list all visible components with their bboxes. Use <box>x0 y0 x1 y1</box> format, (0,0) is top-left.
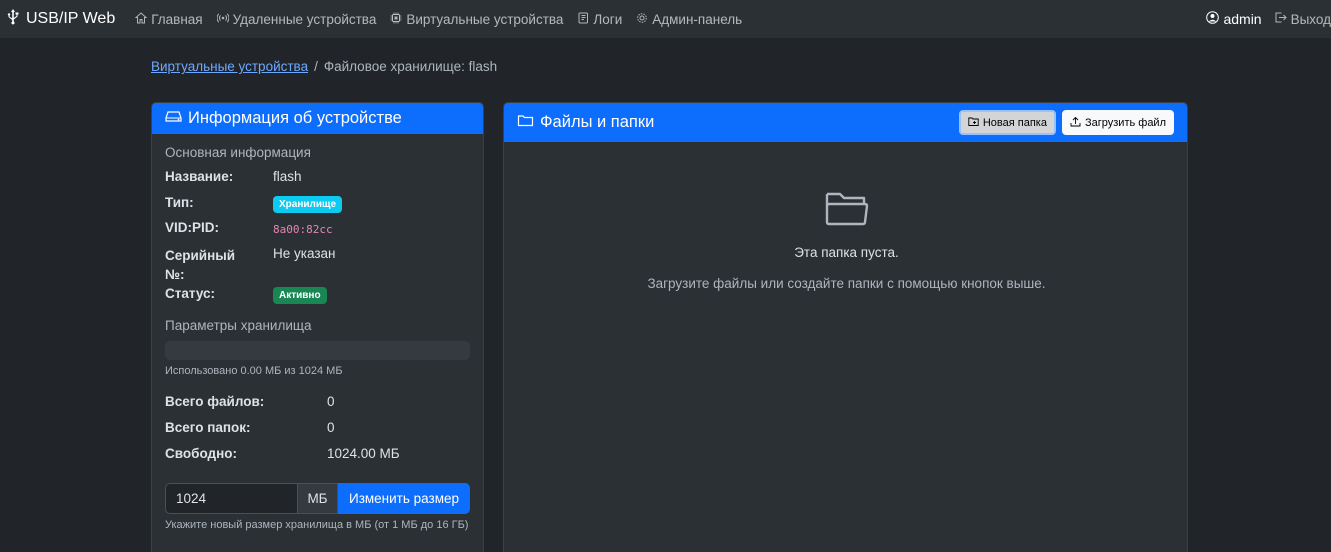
new-folder-button[interactable]: Новая папка <box>958 110 1056 135</box>
user-name: admin <box>1223 11 1262 27</box>
logout-icon <box>1274 11 1287 27</box>
upload-file-label: Загрузить файл <box>1084 116 1166 129</box>
status-badge: Активно <box>273 287 327 304</box>
empty-title: Эта папка пуста. <box>794 245 899 260</box>
nav-remote-devices-label: Удаленные устройства <box>232 11 377 27</box>
hdd-icon <box>165 109 182 129</box>
vidpid-value: 8a00:82cc <box>273 223 333 236</box>
new-folder-label: Новая папка <box>982 116 1047 129</box>
folder-plus-icon <box>968 116 979 130</box>
breadcrumb-separator: / <box>314 59 318 74</box>
type-badge: Хранилище <box>273 196 343 213</box>
nav-remote-devices[interactable]: Удаленные устройства <box>216 11 377 27</box>
size-input[interactable]: 1024 <box>165 483 298 514</box>
total-files-value: 0 <box>327 394 335 409</box>
total-folders-label: Всего папок: <box>165 420 251 435</box>
device-info-header: Информация об устройстве <box>152 103 483 134</box>
usb-icon <box>6 8 20 30</box>
resize-help-text: Укажите новый размер хранилища в МБ (от … <box>165 519 469 531</box>
basic-info-heading: Основная информация <box>165 145 311 160</box>
broadcast-icon <box>216 12 229 27</box>
total-files-label: Всего файлов: <box>165 394 265 409</box>
total-folders-value: 0 <box>327 420 335 435</box>
journal-icon <box>577 12 589 27</box>
resize-input-group: 1024 МБ Изменить размер <box>165 483 470 514</box>
empty-state: Эта папка пуста. Загрузите файлы или соз… <box>504 188 1187 291</box>
open-folder-icon <box>824 188 870 231</box>
logout-link[interactable]: Выход <box>1274 11 1331 27</box>
person-circle-icon <box>1206 11 1220 27</box>
home-icon <box>134 11 148 27</box>
nav-logs-label: Логи <box>593 11 623 27</box>
cpu-icon <box>390 12 402 27</box>
device-info-card: Информация об устройстве Основная информ… <box>151 102 484 552</box>
files-card: Файлы и папки Новая папка Загрузить файл… <box>503 102 1188 552</box>
serial-label: Серийный №: <box>165 248 236 282</box>
nav-virtual-devices-label: Виртуальные устройства <box>406 11 564 27</box>
status-value-wrap: Активно <box>273 286 327 304</box>
files-title: Файлы и папки <box>540 113 655 131</box>
breadcrumb-current: Файловое хранилище: flash <box>323 59 498 74</box>
name-value: flash <box>273 169 302 184</box>
nav-home[interactable]: Главная <box>134 11 203 27</box>
empty-subtitle: Загрузите файлы или создайте папки с пом… <box>647 276 1046 291</box>
type-label: Тип: <box>165 195 194 210</box>
nav-home-label: Главная <box>151 11 203 27</box>
logout-label: Выход <box>1290 11 1331 27</box>
upload-file-button[interactable]: Загрузить файл <box>1061 110 1174 135</box>
navbar: USB/IP Web Главная Удаленные устройства … <box>0 0 1331 38</box>
brand-label: USB/IP Web <box>26 10 116 27</box>
user-menu[interactable]: admin <box>1206 11 1262 27</box>
nav-virtual-devices[interactable]: Виртуальные устройства <box>390 12 563 27</box>
nav-logs[interactable]: Логи <box>577 12 622 27</box>
upload-icon <box>1070 116 1081 130</box>
nav-admin-panel-label: Админ-панель <box>652 11 743 27</box>
serial-value: Не указан <box>273 246 336 261</box>
resize-button[interactable]: Изменить размер <box>338 483 470 514</box>
breadcrumb: Виртуальные устройства / Файловое хранил… <box>151 59 497 74</box>
storage-usage-text: Использовано 0.00 МБ из 1024 МБ <box>165 365 343 377</box>
free-space-value: 1024.00 МБ <box>327 446 400 461</box>
brand[interactable]: USB/IP Web <box>6 8 116 30</box>
nav-admin-panel[interactable]: Админ-панель <box>636 12 742 27</box>
size-unit: МБ <box>298 483 338 514</box>
gear-icon <box>636 12 648 27</box>
status-label: Статус: <box>165 286 215 301</box>
breadcrumb-virtual-devices[interactable]: Виртуальные устройства <box>151 59 308 74</box>
free-space-label: Свободно: <box>165 446 237 461</box>
storage-usage-bar <box>165 341 470 360</box>
folder-icon <box>517 113 534 133</box>
files-header: Файлы и папки Новая папка Загрузить файл <box>504 103 1187 142</box>
device-info-title: Информация об устройстве <box>188 109 402 127</box>
vidpid-label: VID:PID: <box>165 220 219 235</box>
storage-params-heading: Параметры хранилища <box>165 318 312 333</box>
type-value-wrap: Хранилище <box>273 195 343 213</box>
name-label: Название: <box>165 169 234 184</box>
